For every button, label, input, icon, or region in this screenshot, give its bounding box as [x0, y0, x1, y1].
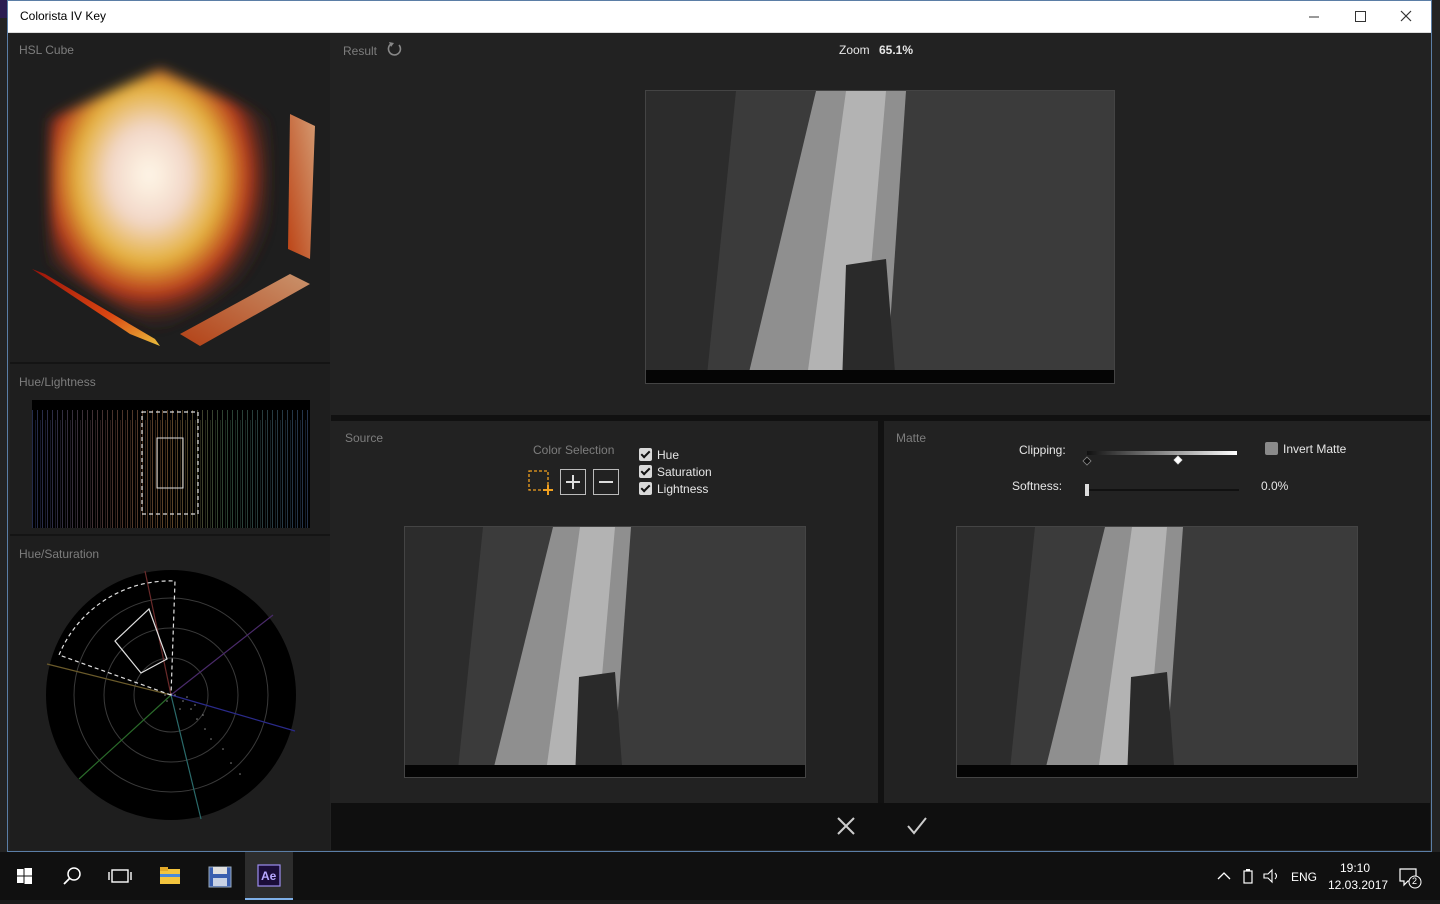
lightness-checkbox-label: Lightness	[657, 482, 709, 496]
softness-label: Softness:	[1012, 479, 1063, 493]
language-indicator[interactable]: ENG	[1291, 870, 1317, 884]
result-preview-image[interactable]	[645, 90, 1115, 384]
bottom-action-bar	[331, 803, 1430, 850]
softness-slider-track	[1085, 484, 1239, 496]
add-color-button[interactable]	[560, 469, 586, 495]
color-selection-label: Color Selection	[533, 443, 615, 457]
battery-icon[interactable]	[1240, 868, 1256, 884]
hsl-cube-visual[interactable]	[10, 34, 330, 364]
file-explorer-icon	[160, 867, 180, 884]
hue-lightness-plot	[32, 410, 310, 528]
cancel-button[interactable]	[835, 815, 857, 837]
left-panel: HSL Cube Hue/Lightness Hue/Saturation	[10, 34, 330, 850]
zoom-label: Zoom	[839, 43, 870, 57]
clipping-slider[interactable]	[1081, 449, 1241, 466]
maximize-button[interactable]	[1337, 1, 1383, 33]
minus-icon	[599, 481, 613, 483]
close-icon	[1400, 10, 1412, 22]
source-label: Source	[345, 431, 384, 445]
save-app-button[interactable]	[196, 852, 244, 900]
clipping-slider-track	[1082, 451, 1237, 466]
search-icon	[63, 867, 81, 885]
minimize-button[interactable]	[1291, 1, 1337, 33]
hue-lightness-label: Hue/Lightness	[19, 375, 96, 389]
volume-icon[interactable]	[1262, 868, 1282, 884]
source-panel: Source Color Selection Hue Saturation Li…	[331, 421, 878, 803]
after-effects-button[interactable]: Ae	[245, 852, 293, 900]
window-title: Colorista IV Key	[20, 9, 107, 23]
cancel-x-icon	[837, 817, 855, 835]
save-app-icon	[208, 866, 232, 888]
hue-saturation-wheel[interactable]	[45, 569, 297, 821]
show-hidden-icons-icon[interactable]	[1216, 870, 1232, 882]
matte-preview-image[interactable]	[956, 526, 1358, 778]
ok-check-icon	[907, 817, 927, 835]
hue-saturation-label: Hue/Saturation	[19, 547, 100, 561]
matte-label: Matte	[896, 431, 927, 445]
hue-checkbox[interactable]	[639, 448, 652, 461]
hue-lightness-graph[interactable]	[32, 400, 310, 528]
result-panel: Result Zoom 65.1%	[331, 34, 1430, 415]
softness-value: 0.0%	[1261, 479, 1289, 493]
reset-icon[interactable]	[387, 40, 403, 56]
invert-matte-checkbox[interactable]	[1265, 442, 1278, 455]
source-preview-image[interactable]	[404, 526, 806, 778]
divider	[10, 534, 330, 536]
clipping-label: Clipping:	[1019, 443, 1066, 457]
lightness-checkbox[interactable]	[639, 482, 652, 495]
task-view-icon	[108, 869, 132, 883]
maximize-icon	[1355, 11, 1366, 22]
saturation-checkbox-label: Saturation	[657, 465, 712, 479]
windows-taskbar: Ae ENG 19:10 12.03.2017 2	[0, 852, 1440, 900]
windows-start-icon	[17, 868, 32, 884]
after-effects-label: Ae	[261, 869, 277, 883]
saturation-checkbox[interactable]	[639, 465, 652, 478]
action-center-button[interactable]: 2	[1396, 864, 1424, 890]
title-bar[interactable]: Colorista IV Key	[8, 1, 1431, 33]
minimize-icon	[1309, 16, 1319, 18]
result-label: Result	[343, 44, 378, 58]
colorista-dialog: Colorista IV Key HSL Cube Hue/Lightness …	[7, 0, 1432, 852]
clock-time[interactable]: 19:10	[1340, 861, 1370, 875]
divider	[10, 362, 330, 364]
matte-panel: Matte Clipping: Invert Matte Softness: 0…	[884, 421, 1430, 803]
notification-icon	[1399, 868, 1422, 889]
ok-button[interactable]	[905, 815, 929, 837]
zoom-value[interactable]: 65.1%	[879, 43, 913, 57]
close-button[interactable]	[1383, 1, 1429, 33]
softness-slider[interactable]	[1085, 481, 1241, 496]
invert-matte-label: Invert Matte	[1283, 442, 1347, 456]
file-explorer-button[interactable]	[146, 852, 194, 900]
remove-color-button[interactable]	[593, 469, 619, 495]
plus-icon	[566, 475, 580, 489]
notification-count: 2	[1412, 876, 1418, 886]
clock-date[interactable]: 12.03.2017	[1328, 878, 1388, 892]
select-rect-add-icon	[528, 470, 553, 495]
search-button[interactable]	[48, 852, 96, 900]
hue-checkbox-label: Hue	[657, 448, 680, 462]
select-rect-add-button[interactable]	[527, 469, 553, 495]
task-view-button[interactable]	[96, 852, 144, 900]
start-button[interactable]	[0, 852, 48, 900]
